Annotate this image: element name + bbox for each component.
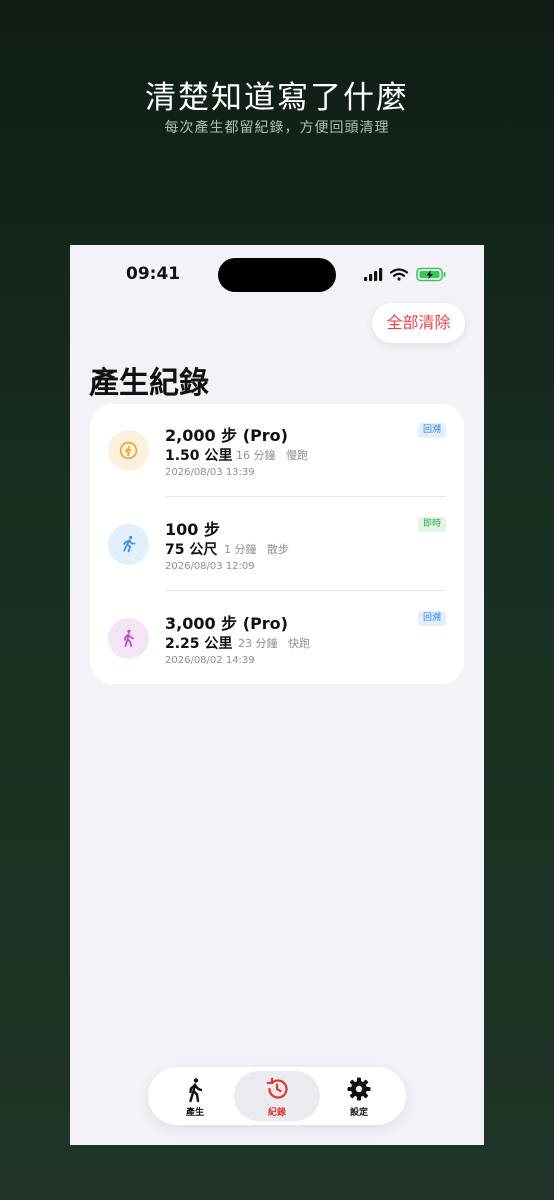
gear-icon <box>347 1077 371 1101</box>
record-mode: 快跑 <box>288 637 310 650</box>
tab-bar: 產生 紀錄 設定 <box>148 1067 406 1125</box>
records-list: 2,000 步 (Pro) 1.50 公里 16 分鐘 慢跑 2026/08/0… <box>90 404 464 684</box>
record-item[interactable]: 2,000 步 (Pro) 1.50 公里 16 分鐘 慢跑 2026/08/0… <box>90 404 464 497</box>
battery-charging-icon <box>416 267 446 282</box>
record-date: 2026/08/03 13:39 <box>165 467 255 478</box>
phone-screen: 09:41 全部清除 產生紀錄 2,000 步 (Pro) 1.50 公里 16… <box>70 245 484 1145</box>
status-icons <box>364 267 448 283</box>
record-duration: 16 分鐘 <box>236 449 276 462</box>
tab-label: 設定 <box>349 1108 368 1118</box>
cellular-signal-icon <box>364 268 383 281</box>
running-icon <box>123 535 136 553</box>
tab-label: 紀錄 <box>267 1108 286 1118</box>
jogging-icon <box>119 441 138 460</box>
page-title: 產生紀錄 <box>89 366 209 401</box>
record-steps: 100 步 <box>165 520 220 539</box>
record-distance: 1.50 公里 <box>165 448 233 464</box>
record-badge: 即時 <box>417 517 446 532</box>
record-badge: 回溯 <box>417 611 446 626</box>
tab-settings[interactable]: 設定 <box>316 1071 402 1121</box>
record-date: 2026/08/03 12:09 <box>165 561 255 572</box>
record-mode: 散步 <box>267 543 289 556</box>
record-badge: 回溯 <box>417 423 446 438</box>
record-distance: 2.25 公里 <box>165 636 233 652</box>
wifi-icon <box>389 268 409 281</box>
record-mode: 慢跑 <box>286 449 308 462</box>
record-item[interactable]: 100 步 75 公尺 1 分鐘 散步 2026/08/03 12:09 即時 <box>90 498 464 591</box>
tab-history[interactable]: 紀錄 <box>234 1071 320 1121</box>
history-icon <box>266 1077 288 1099</box>
dynamic-island <box>218 258 336 292</box>
walking-icon <box>189 1078 203 1103</box>
record-distance: 75 公尺 <box>165 542 218 558</box>
record-steps: 2,000 步 (Pro) <box>165 426 288 445</box>
record-steps: 3,000 步 (Pro) <box>165 614 288 633</box>
hero-title: 清楚知道寫了什麼 <box>145 80 409 116</box>
divider <box>165 496 446 497</box>
record-icon-wrapper <box>108 618 149 659</box>
record-date: 2026/08/02 14:39 <box>165 655 255 666</box>
tab-generate[interactable]: 產生 <box>152 1071 238 1121</box>
record-item[interactable]: 3,000 步 (Pro) 2.25 公里 23 分鐘 快跑 2026/08/0… <box>90 592 464 685</box>
record-icon-wrapper <box>108 430 149 471</box>
record-icon-wrapper <box>108 524 149 565</box>
tab-label: 產生 <box>185 1108 204 1118</box>
clear-all-button[interactable]: 全部清除 <box>372 303 465 343</box>
divider <box>165 590 446 591</box>
walking-icon <box>124 629 134 647</box>
record-duration: 23 分鐘 <box>238 637 278 650</box>
status-time: 09:41 <box>126 264 181 284</box>
hero-subtitle: 每次產生都留紀錄，方便回頭清理 <box>164 120 390 136</box>
record-duration: 1 分鐘 <box>224 543 257 556</box>
